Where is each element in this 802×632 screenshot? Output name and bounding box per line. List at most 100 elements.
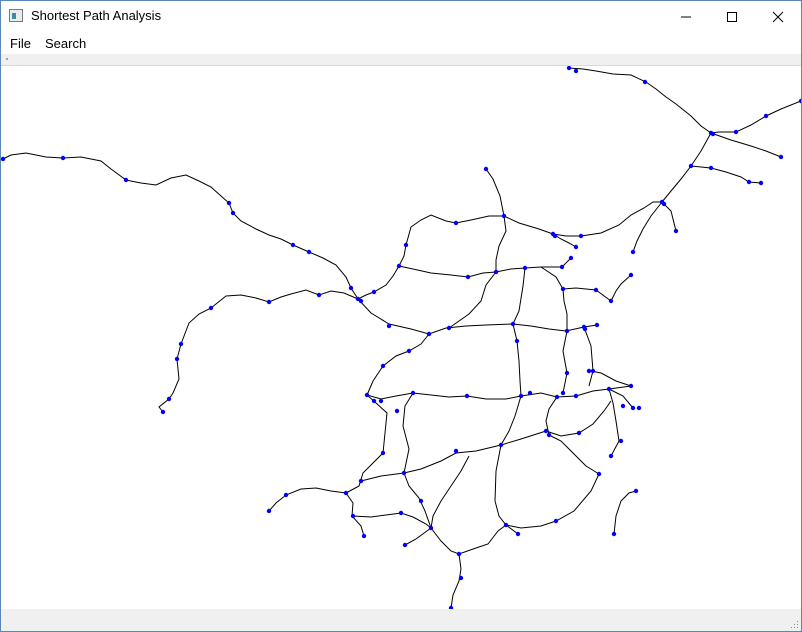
station-node[interactable]	[596, 471, 602, 477]
station-node[interactable]	[778, 154, 784, 160]
station-node[interactable]	[290, 242, 296, 248]
station-node[interactable]	[266, 299, 272, 305]
title-bar[interactable]: Shortest Path Analysis	[1, 1, 801, 32]
station-node[interactable]	[594, 322, 600, 328]
station-node[interactable]	[515, 531, 521, 537]
station-node[interactable]	[483, 166, 489, 172]
station-node[interactable]	[608, 298, 614, 304]
station-node[interactable]	[458, 575, 464, 581]
station-node[interactable]	[380, 450, 386, 456]
station-node[interactable]	[758, 180, 764, 186]
railway-network-map[interactable]	[1, 65, 801, 611]
station-node[interactable]	[396, 263, 402, 269]
station-node[interactable]	[350, 513, 356, 519]
station-node[interactable]	[503, 522, 509, 528]
station-node[interactable]	[380, 363, 386, 369]
station-node[interactable]	[226, 200, 232, 206]
station-node[interactable]	[553, 518, 559, 524]
station-node[interactable]	[593, 287, 599, 293]
station-node[interactable]	[608, 453, 614, 459]
station-node[interactable]	[465, 274, 471, 280]
station-node[interactable]	[522, 265, 528, 271]
station-node[interactable]	[316, 292, 322, 298]
station-node[interactable]	[174, 356, 180, 362]
station-node[interactable]	[661, 201, 667, 207]
station-node[interactable]	[630, 405, 636, 411]
station-node[interactable]	[573, 68, 579, 74]
station-node[interactable]	[554, 394, 560, 400]
maximize-button[interactable]	[709, 1, 755, 32]
station-node[interactable]	[633, 488, 639, 494]
toolbar-grip[interactable]	[6, 58, 8, 60]
station-node[interactable]	[628, 272, 634, 278]
station-node[interactable]	[160, 409, 166, 415]
station-node[interactable]	[401, 470, 407, 476]
resize-grip-icon[interactable]	[789, 619, 799, 629]
station-node[interactable]	[498, 442, 504, 448]
station-node[interactable]	[618, 438, 624, 444]
station-node[interactable]	[418, 498, 424, 504]
station-node[interactable]	[166, 396, 172, 402]
station-node[interactable]	[611, 531, 617, 537]
station-node[interactable]	[688, 163, 694, 169]
station-node[interactable]	[573, 244, 579, 250]
station-node[interactable]	[636, 405, 642, 411]
station-node[interactable]	[763, 113, 769, 119]
station-node[interactable]	[493, 269, 499, 275]
station-node[interactable]	[1, 156, 6, 162]
station-node[interactable]	[371, 289, 377, 295]
station-node[interactable]	[394, 408, 400, 414]
station-node[interactable]	[620, 403, 626, 409]
station-node[interactable]	[560, 390, 566, 396]
map-canvas[interactable]	[1, 65, 801, 611]
station-node[interactable]	[586, 368, 592, 374]
station-node[interactable]	[568, 255, 574, 261]
station-node[interactable]	[708, 165, 714, 171]
menu-file[interactable]: File	[10, 36, 31, 51]
station-node[interactable]	[578, 233, 584, 239]
station-node[interactable]	[371, 398, 377, 404]
station-node[interactable]	[798, 98, 801, 104]
station-node[interactable]	[358, 478, 364, 484]
close-button[interactable]	[755, 1, 801, 32]
station-node[interactable]	[552, 233, 558, 239]
station-node[interactable]	[606, 386, 612, 392]
station-node[interactable]	[546, 432, 552, 438]
station-node[interactable]	[348, 285, 354, 291]
station-node[interactable]	[453, 448, 459, 454]
station-node[interactable]	[510, 321, 516, 327]
station-node[interactable]	[398, 510, 404, 516]
station-node[interactable]	[283, 492, 289, 498]
station-node[interactable]	[514, 338, 520, 344]
station-node[interactable]	[178, 341, 184, 347]
station-node[interactable]	[564, 328, 570, 334]
station-node[interactable]	[573, 393, 579, 399]
station-node[interactable]	[559, 264, 565, 270]
station-node[interactable]	[582, 326, 588, 332]
station-node[interactable]	[403, 242, 409, 248]
station-node[interactable]	[710, 131, 716, 137]
station-node[interactable]	[630, 249, 636, 255]
station-node[interactable]	[560, 286, 566, 292]
station-node[interactable]	[410, 390, 416, 396]
station-node[interactable]	[733, 129, 739, 135]
station-node[interactable]	[453, 220, 459, 226]
station-node[interactable]	[518, 393, 524, 399]
menu-search[interactable]: Search	[45, 36, 86, 51]
station-node[interactable]	[673, 228, 679, 234]
station-node[interactable]	[464, 393, 470, 399]
station-node[interactable]	[230, 210, 236, 216]
station-node[interactable]	[406, 348, 412, 354]
station-node[interactable]	[564, 370, 570, 376]
station-node[interactable]	[446, 325, 452, 331]
station-node[interactable]	[426, 331, 432, 337]
station-node[interactable]	[306, 249, 312, 255]
station-node[interactable]	[428, 525, 434, 531]
minimize-button[interactable]	[663, 1, 709, 32]
station-node[interactable]	[364, 392, 370, 398]
station-node[interactable]	[386, 323, 392, 329]
station-node[interactable]	[501, 213, 507, 219]
station-node[interactable]	[123, 177, 129, 183]
station-node[interactable]	[402, 542, 408, 548]
station-node[interactable]	[358, 298, 364, 304]
